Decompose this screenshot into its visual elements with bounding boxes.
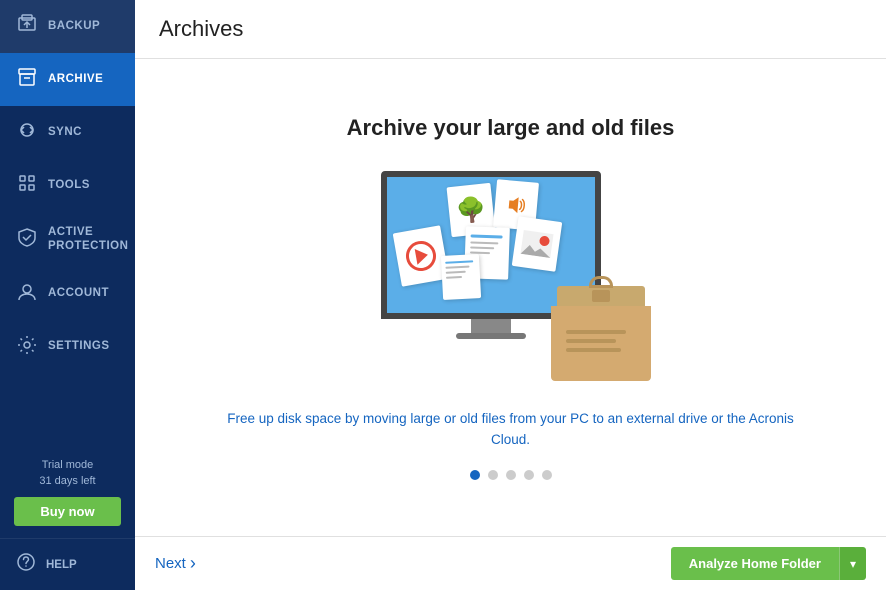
next-chevron: › xyxy=(190,553,196,574)
main-content-area: Archives Archive your large and old file… xyxy=(135,0,886,590)
box-handle xyxy=(589,276,613,288)
box-lines xyxy=(566,330,636,357)
sidebar-item-active-protection[interactable]: Active Protection xyxy=(0,212,135,268)
monitor-base xyxy=(456,333,526,339)
play-icon xyxy=(403,239,438,274)
illustration: 🌳 xyxy=(371,171,651,381)
main-footer: Next › Analyze Home Folder ▾ xyxy=(135,536,886,590)
sidebar-item-tools-label: Tools xyxy=(48,179,90,193)
main-header: Archives xyxy=(135,0,886,59)
help-icon xyxy=(16,552,36,577)
analyze-button[interactable]: Analyze Home Folder xyxy=(671,547,839,580)
box-line-3 xyxy=(566,348,621,352)
backup-icon xyxy=(16,14,38,39)
box-body xyxy=(551,306,651,381)
sidebar: Backup Archive Sync xyxy=(0,0,135,590)
archive-heading: Archive your large and old files xyxy=(347,115,675,141)
sync-icon xyxy=(16,120,38,145)
account-icon xyxy=(16,282,38,307)
analyze-button-group: Analyze Home Folder ▾ xyxy=(671,547,866,580)
trial-info: Trial mode 31 days left xyxy=(14,458,121,489)
small-doc-card xyxy=(440,254,480,300)
sidebar-bottom: Trial mode 31 days left Buy now xyxy=(0,446,135,538)
pagination-dot-5[interactable] xyxy=(542,470,552,480)
sidebar-item-sync[interactable]: Sync xyxy=(0,106,135,159)
box-line-1 xyxy=(566,330,626,334)
dropdown-icon: ▾ xyxy=(850,557,856,571)
sidebar-item-account[interactable]: Account xyxy=(0,268,135,321)
sidebar-item-active-protection-label: Active Protection xyxy=(48,226,128,254)
pagination-dot-2[interactable] xyxy=(488,470,498,480)
description-text: Free up disk space by moving large or ol… xyxy=(211,409,811,450)
sidebar-item-backup[interactable]: Backup xyxy=(0,0,135,53)
settings-icon xyxy=(16,335,38,360)
pagination-dot-4[interactable] xyxy=(524,470,534,480)
trial-mode: Trial mode xyxy=(14,458,121,473)
main-content: Archive your large and old files 🌳 xyxy=(135,59,886,536)
sidebar-item-tools[interactable]: Tools xyxy=(0,159,135,212)
play-triangle xyxy=(414,247,429,265)
archive-icon xyxy=(16,67,38,92)
footer-left: Next › xyxy=(155,553,196,574)
monitor-stand xyxy=(471,319,511,333)
box-lid xyxy=(557,286,645,306)
sidebar-item-backup-label: Backup xyxy=(48,20,100,34)
photo-inner xyxy=(520,230,553,258)
pagination-dots xyxy=(470,470,552,480)
next-button[interactable]: Next › xyxy=(155,553,196,574)
sidebar-item-settings-label: Settings xyxy=(48,340,110,354)
sidebar-item-archive-label: Archive xyxy=(48,73,103,87)
pagination-dot-1[interactable] xyxy=(470,470,480,480)
sidebar-item-help-label: Help xyxy=(46,559,77,571)
shield-icon xyxy=(16,227,38,252)
archive-box xyxy=(551,286,651,381)
tools-icon xyxy=(16,173,38,198)
pagination-dot-3[interactable] xyxy=(506,470,516,480)
analyze-dropdown-button[interactable]: ▾ xyxy=(839,547,866,580)
buy-now-button[interactable]: Buy now xyxy=(14,497,121,526)
sidebar-item-settings[interactable]: Settings xyxy=(0,321,135,374)
page-title: Archives xyxy=(159,16,862,42)
photo-file-card xyxy=(511,216,562,272)
sidebar-item-archive[interactable]: Archive xyxy=(0,53,135,106)
sidebar-item-help[interactable]: Help xyxy=(0,538,135,590)
box-line-2 xyxy=(566,339,616,343)
sidebar-item-sync-label: Sync xyxy=(48,126,82,140)
next-label: Next xyxy=(155,555,186,572)
sidebar-item-account-label: Account xyxy=(48,287,109,301)
trial-days: 31 days left xyxy=(14,474,121,489)
